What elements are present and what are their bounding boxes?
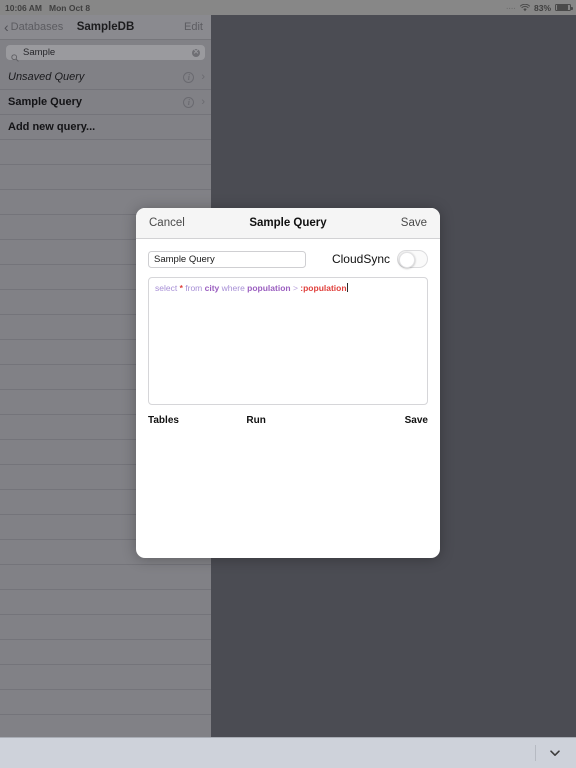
modal-header: Cancel Sample Query Save <box>136 208 440 239</box>
sql-token-param: :population <box>300 283 347 293</box>
search-icon <box>11 49 19 62</box>
empty-list-row <box>0 690 211 715</box>
modal-body: Sample Query CloudSync select * from cit… <box>136 239 440 558</box>
info-icon[interactable]: i <box>183 71 195 83</box>
chevron-right-icon: › <box>201 95 205 108</box>
status-date: Mon Oct 8 <box>49 2 91 13</box>
save-query-button[interactable]: Save <box>336 415 428 426</box>
list-item-label: Unsaved Query <box>8 71 85 83</box>
sql-token-identifier: city <box>204 283 220 293</box>
list-item-accessories: i › <box>183 95 205 108</box>
query-name-input[interactable]: Sample Query <box>148 250 306 268</box>
add-new-query-item[interactable]: Add new query... <box>0 115 211 140</box>
screen-root: 10:06 AM Mon Oct 8 .... 83% ‹ Databases … <box>0 0 576 768</box>
text-caret <box>346 283 348 292</box>
search-input[interactable]: Sample <box>23 47 188 58</box>
empty-list-row <box>0 615 211 640</box>
chevron-left-icon: ‹ <box>4 19 9 35</box>
list-item-label: Add new query... <box>8 121 96 133</box>
empty-list-row <box>0 665 211 690</box>
list-item-label: Sample Query <box>8 96 82 108</box>
chevron-right-icon: › <box>201 70 205 83</box>
query-editor-modal: Cancel Sample Query Save Sample Query Cl… <box>136 208 440 558</box>
status-bar-right: .... 83% <box>506 2 573 13</box>
toggle-knob <box>398 251 415 268</box>
cloudsync-toggle[interactable] <box>397 250 428 268</box>
sql-token-identifier: population <box>247 283 291 293</box>
status-bar: 10:06 AM Mon Oct 8 .... 83% <box>0 0 576 15</box>
tables-button[interactable]: Tables <box>148 415 240 426</box>
battery-icon <box>555 3 573 12</box>
clear-search-icon[interactable]: ✕ <box>192 48 200 57</box>
info-icon[interactable]: i <box>183 96 195 108</box>
toolbar-separator <box>535 745 536 761</box>
sql-editor[interactable]: select * from city where population > :p… <box>148 277 428 405</box>
battery-percent-label: 83% <box>533 2 551 13</box>
search-field[interactable]: Sample ✕ <box>6 45 205 62</box>
back-button-label: Databases <box>10 21 64 33</box>
chevron-down-icon[interactable] <box>548 746 562 760</box>
modal-save-button[interactable]: Save <box>401 217 427 229</box>
name-and-cloudsync-row: Sample Query CloudSync <box>148 250 428 268</box>
list-item[interactable]: Unsaved Query i › <box>0 65 211 90</box>
sql-token-keyword: from <box>182 283 205 293</box>
sql-text: select * from city where population > :p… <box>155 283 421 294</box>
cloudsync-group: CloudSync <box>332 250 428 268</box>
cancel-button[interactable]: Cancel <box>149 217 185 229</box>
status-bar-left: 10:06 AM Mon Oct 8 <box>5 3 90 13</box>
keyboard-accessory-bar <box>0 737 576 768</box>
sql-token-keyword: where <box>219 283 248 293</box>
battery-fill <box>556 5 569 10</box>
empty-list-row <box>0 715 211 737</box>
run-button[interactable]: Run <box>240 415 335 426</box>
status-time: 10:06 AM <box>5 2 43 13</box>
list-item[interactable]: Sample Query i › <box>0 90 211 115</box>
edit-button[interactable]: Edit <box>184 21 211 33</box>
empty-list-row <box>0 140 211 165</box>
empty-list-row <box>0 165 211 190</box>
back-button[interactable]: ‹ Databases <box>0 20 63 34</box>
search-bar-container: Sample ✕ <box>0 40 211 65</box>
modal-action-bar: Tables Run Save <box>148 415 428 426</box>
wifi-icon <box>519 3 530 12</box>
empty-list-row <box>0 565 211 590</box>
cloudsync-label: CloudSync <box>331 252 390 266</box>
signal-dots-icon: .... <box>506 4 516 11</box>
empty-list-row <box>0 590 211 615</box>
empty-list-row <box>0 640 211 665</box>
sidebar-navigation-bar: ‹ Databases SampleDB Edit <box>0 15 211 40</box>
list-item-accessories: i › <box>183 70 205 83</box>
sql-token-operator: > <box>290 283 301 293</box>
sql-token-keyword: select <box>155 283 180 293</box>
